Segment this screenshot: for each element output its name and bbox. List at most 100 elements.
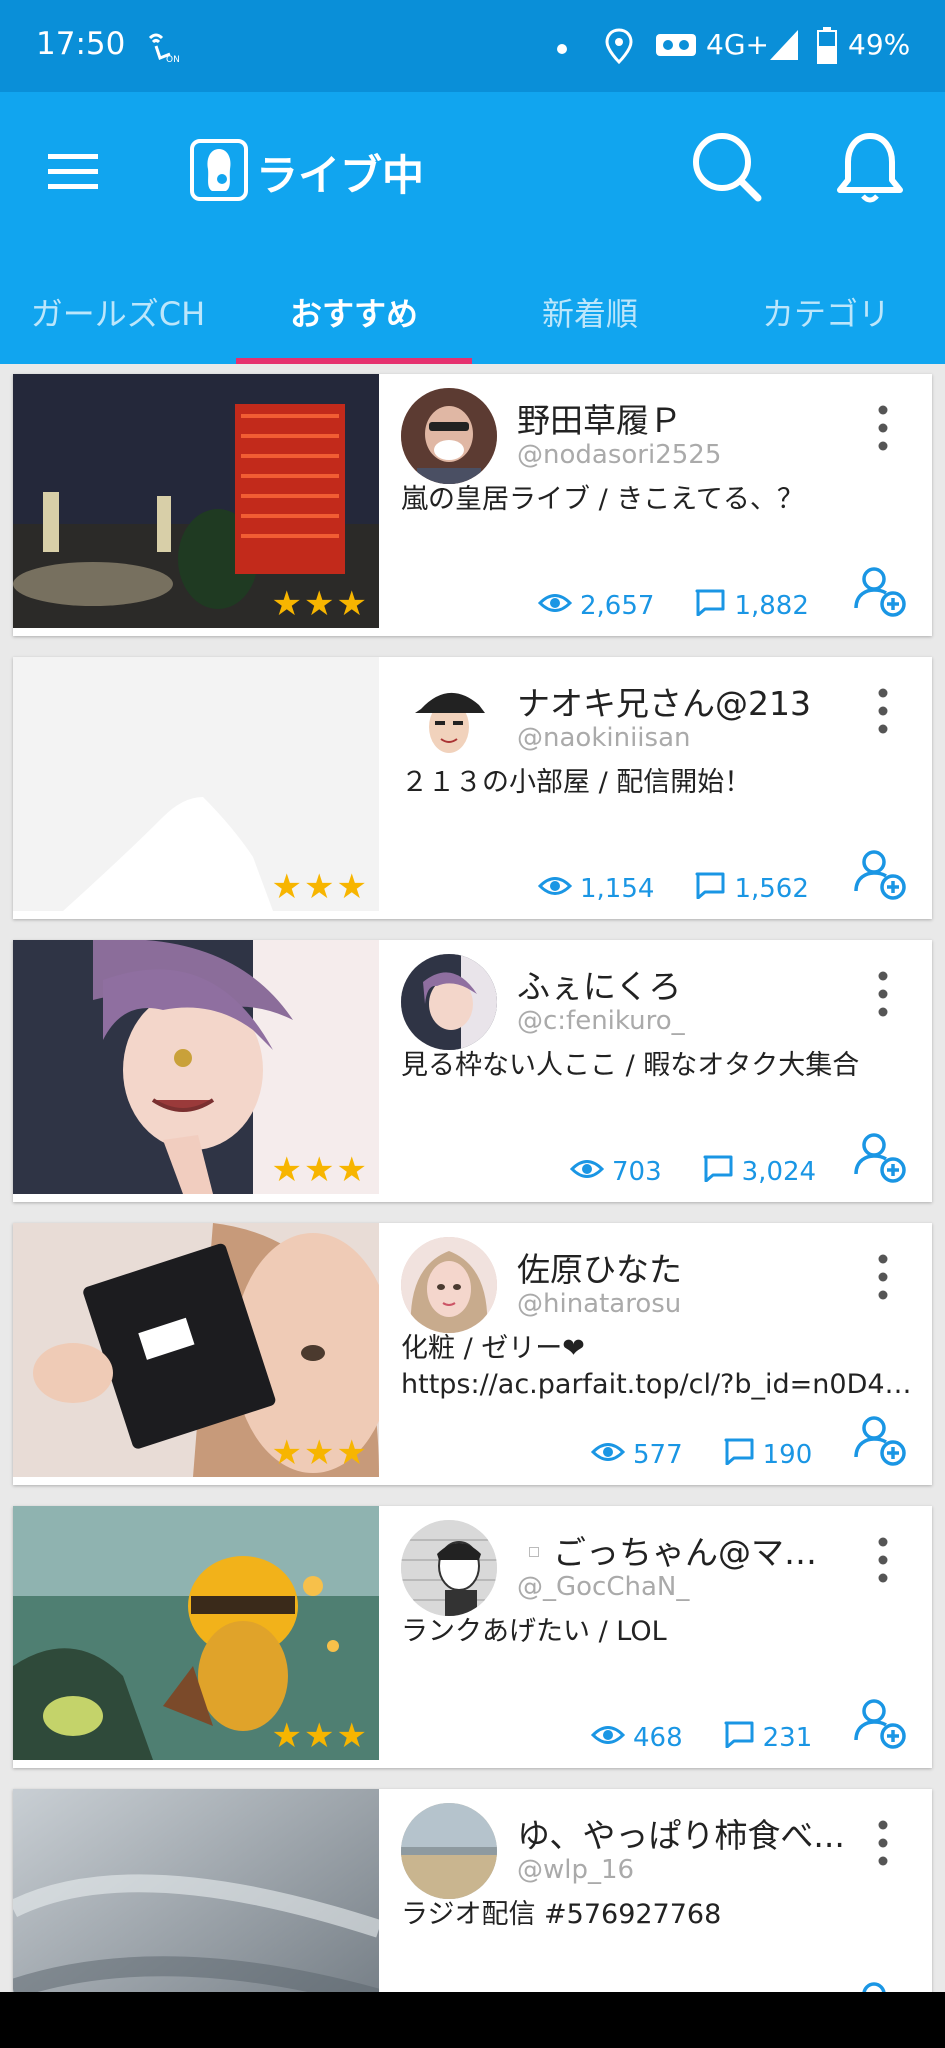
comment-count: 1,882	[734, 590, 809, 621]
tab-category[interactable]: カテゴリ	[708, 270, 944, 364]
stream-feed[interactable]: ★★★ 野田草履Ｐ @nodasori2525 嵐の皇居ライブ / きこえてる、…	[0, 364, 945, 1992]
rating-stars: ★★★	[271, 867, 369, 907]
display-name: 佐原ひなた	[517, 1250, 682, 1289]
tab-newest[interactable]: 新着順	[472, 270, 708, 364]
tab-bar: ガールズCH おすすめ 新着順 カテゴリ	[0, 270, 945, 364]
display-name-text: ごっちゃん@マイ...	[553, 1533, 847, 1572]
dot-icon	[556, 40, 568, 59]
user-handle: @naokiniisan	[517, 723, 691, 753]
logo-icon	[190, 139, 248, 205]
avatar[interactable]	[401, 1520, 497, 1616]
avatar[interactable]	[401, 388, 497, 484]
location-icon	[604, 28, 634, 68]
more-options-icon[interactable]	[873, 1813, 893, 1873]
user-handle: @c:fenikuro_	[517, 1006, 685, 1036]
user-handle: @_GocChaN_	[517, 1572, 690, 1602]
stream-title: 見る枠ない人ここ / 暇なオタク大集合	[401, 1048, 923, 1084]
bell-icon[interactable]	[830, 128, 910, 208]
comment-count: 190	[762, 1439, 813, 1470]
stream-title-text: ランクあげたい / LOL	[401, 1616, 667, 1647]
eye-icon	[590, 1723, 626, 1753]
display-name: ゆ、やっぱり柿食べ...	[517, 1816, 845, 1855]
stream-card[interactable]: ★★★ 野田草履Ｐ @nodasori2525 嵐の皇居ライブ / きこえてる、…	[13, 374, 932, 636]
stream-thumbnail[interactable]	[13, 1789, 379, 1992]
stream-thumbnail[interactable]: ★★★	[13, 374, 379, 628]
stream-title: 化粧 / ゼリー❤ https://ac.parfait.top/cl/?b_i…	[401, 1331, 923, 1403]
avatar[interactable]	[401, 1237, 497, 1333]
display-name: ナオキ兄さん@213	[517, 684, 811, 723]
small-square-icon	[529, 1546, 539, 1557]
stream-title-text: ラジオ配信 #576927768	[401, 1899, 722, 1930]
more-options-icon[interactable]	[873, 681, 893, 741]
stream-thumbnail[interactable]: ★★★	[13, 657, 379, 911]
view-count: 1,154	[580, 873, 655, 904]
more-options-icon[interactable]	[873, 964, 893, 1024]
more-options-icon[interactable]	[873, 398, 893, 458]
stream-title-text: ２１３の小部屋 / 配信開始！	[401, 767, 752, 798]
comment-count: 3,024	[741, 1156, 817, 1187]
stream-card[interactable]: ★★★ ふぇにくろ @c:fenikuro_ 見る枠ない人ここ / 暇なオタク大…	[13, 940, 932, 1202]
comment-icon	[702, 1154, 734, 1189]
comment-icon	[694, 588, 726, 623]
user-handle: @wlp_16	[517, 1855, 635, 1885]
stream-title: 嵐の皇居ライブ / きこえてる、？	[401, 482, 923, 518]
stream-thumbnail[interactable]: ★★★	[13, 1223, 379, 1477]
tab-girls-ch[interactable]: ガールズCH	[0, 270, 236, 364]
status-time: 17:50	[36, 26, 126, 62]
comment-icon	[694, 871, 726, 906]
app-bar: ライブ中 ガールズCH おすすめ 新着順 カテゴリ	[0, 92, 945, 364]
stream-card[interactable]: ゆ、やっぱり柿食べ... @wlp_16 ラジオ配信 #576927768	[13, 1789, 932, 1992]
rating-stars: ★★★	[271, 1716, 369, 1756]
eye-icon	[590, 1440, 626, 1470]
comment-count: 1,562	[734, 873, 809, 904]
view-count: 2,657	[580, 590, 655, 621]
svg-text:ON: ON	[166, 55, 180, 64]
app-title: ライブ中	[256, 150, 425, 200]
stream-card[interactable]: ★★★ ごっちゃん@マイ... @_GocChaN_ ランクあげたい / LOL…	[13, 1506, 932, 1768]
user-handle: @nodasori2525	[517, 440, 722, 470]
system-navigation-bar	[0, 1992, 945, 2048]
eye-icon	[537, 591, 573, 621]
avatar[interactable]	[401, 954, 497, 1050]
stream-stats: 577 190	[590, 1437, 852, 1472]
add-user-icon[interactable]	[853, 847, 907, 901]
stream-thumbnail[interactable]: ★★★	[13, 940, 379, 1194]
stream-card[interactable]: ★★★ 佐原ひなた @hinatarosu 化粧 / ゼリー❤ https://…	[13, 1223, 932, 1485]
comment-count: 231	[762, 1722, 813, 1753]
stream-thumbnail[interactable]: ★★★	[13, 1506, 379, 1760]
rating-stars: ★★★	[271, 1150, 369, 1190]
display-name: ふぇにくろ	[517, 967, 682, 1006]
stream-stats: 1,154 1,562	[537, 871, 849, 906]
network-type: 4G+	[706, 28, 769, 61]
menu-icon[interactable]	[44, 142, 104, 202]
tab-recommended[interactable]: おすすめ	[236, 270, 472, 364]
search-icon[interactable]	[688, 128, 764, 204]
add-user-icon[interactable]	[853, 1413, 907, 1467]
rating-stars: ★★★	[271, 1433, 369, 1473]
comment-icon	[723, 1720, 755, 1755]
signal-icon	[768, 28, 800, 66]
stream-stats: 468 231	[590, 1720, 852, 1755]
comment-icon	[723, 1437, 755, 1472]
stream-card[interactable]: ★★★ ナオキ兄さん@213 @naokiniisan ２１３の小部屋 / 配信…	[13, 657, 932, 919]
stream-stats: 2,657 1,882	[537, 588, 849, 623]
add-user-icon[interactable]	[853, 564, 907, 618]
stream-title-text: 化粧 / ゼリー❤	[401, 1333, 585, 1364]
avatar[interactable]	[401, 671, 497, 767]
battery-icon	[816, 26, 838, 68]
display-name: ごっちゃん@マイ...	[517, 1526, 847, 1574]
add-user-icon[interactable]	[853, 1979, 907, 1992]
stream-title: ランクあげたい / LOL	[401, 1614, 923, 1650]
add-user-icon[interactable]	[853, 1130, 907, 1184]
user-handle: @hinatarosu	[517, 1289, 682, 1319]
rating-stars: ★★★	[271, 584, 369, 624]
add-user-icon[interactable]	[853, 1696, 907, 1750]
stream-title-text: 嵐の皇居ライブ / きこえてる、？	[401, 484, 804, 515]
eye-icon	[537, 874, 573, 904]
more-options-icon[interactable]	[873, 1530, 893, 1590]
more-options-icon[interactable]	[873, 1247, 893, 1307]
avatar[interactable]	[401, 1803, 497, 1899]
stream-title: ラジオ配信 #576927768	[401, 1897, 923, 1933]
battery-percent: 49%	[848, 28, 911, 61]
status-bar: 17:50 ON 4G+ 49%	[0, 0, 945, 92]
